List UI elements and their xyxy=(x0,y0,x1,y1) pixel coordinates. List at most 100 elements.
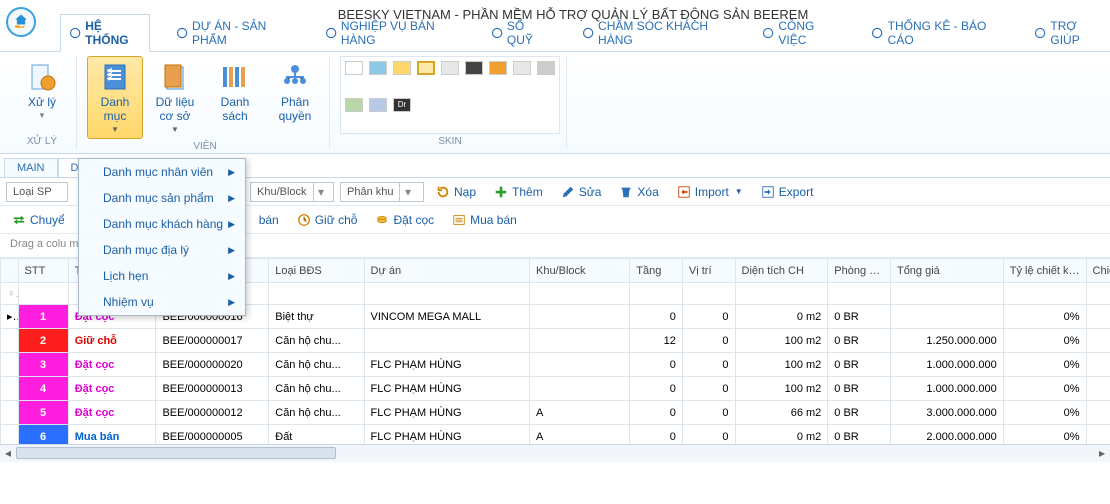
add-button[interactable]: Thêm xyxy=(488,183,549,201)
cell-tlck: 0% xyxy=(1003,377,1086,401)
col-header[interactable]: Chiết khấu xyxy=(1086,259,1110,283)
user-icon xyxy=(325,26,337,40)
cell-vitri: 0 xyxy=(682,329,735,353)
combo-label: Khu/Block xyxy=(251,186,313,198)
col-header[interactable]: Dự án xyxy=(364,259,529,283)
col-header[interactable]: Diện tích CH xyxy=(735,259,828,283)
ribbon-tab-3[interactable]: SỔ QUỸ xyxy=(483,15,556,51)
table-row[interactable]: 6Mua bánBEE/000000005ĐấtFLC PHẠM HÙNGA00… xyxy=(1,425,1110,445)
chevron-down-icon: ▾ xyxy=(399,183,415,201)
filter-khu-block[interactable]: Khu/Block▾ xyxy=(250,182,334,202)
ribbon-icon-2 xyxy=(219,61,251,93)
filter-loai-sp[interactable]: Loại SP xyxy=(6,182,68,202)
scroll-thumb[interactable] xyxy=(16,447,336,459)
cell-duan: FLC PHẠM HÙNG xyxy=(364,401,529,425)
cell-khublock xyxy=(529,353,629,377)
table-row[interactable]: 4Đặt cọcBEE/000000013Căn hộ chu...FLC PH… xyxy=(1,377,1110,401)
col-header[interactable]: Phòng ngủ xyxy=(828,259,891,283)
table-row[interactable]: 5Đặt cọcBEE/000000012Căn hộ chu...FLC PH… xyxy=(1,401,1110,425)
row-indicator: ▸ xyxy=(1,305,19,329)
ribbon-tab-7[interactable]: TRỢ GIÚP xyxy=(1026,15,1110,51)
row-indicator xyxy=(1,329,19,353)
reload-button[interactable]: Nạp xyxy=(430,183,482,201)
dollar-icon xyxy=(491,26,503,40)
ribbon-btn-1[interactable]: Dữ liệu cơ sở▼ xyxy=(147,56,203,139)
cell-vitri: 0 xyxy=(682,425,735,445)
menu-item-5[interactable]: Nhiệm vụ▶ xyxy=(79,289,245,315)
menu-item-1[interactable]: Danh mục sản phẩm▶ xyxy=(79,185,245,211)
edit-button[interactable]: Sửa xyxy=(555,183,608,201)
scroll-left-icon[interactable]: ◂ xyxy=(0,445,16,461)
menu-item-4[interactable]: Lịch hẹn▶ xyxy=(79,263,245,289)
cell-khublock: A xyxy=(529,401,629,425)
col-header[interactable]: Tỷ lệ chiết khấu xyxy=(1003,259,1086,283)
doc-tab-main[interactable]: MAIN xyxy=(4,158,58,177)
cell-status: Mua bán xyxy=(68,425,156,445)
col-header[interactable]: Khu/Block xyxy=(529,259,629,283)
clock-icon xyxy=(297,213,311,227)
app-logo xyxy=(6,7,36,37)
transfer-icon xyxy=(12,213,26,227)
chuyen-button[interactable]: Chuyể xyxy=(6,211,71,229)
cell-loai: Căn hộ chu... xyxy=(269,329,364,353)
cell-phongngu: 0 BR xyxy=(828,425,891,445)
cell-ma: BEE/000000017 xyxy=(156,329,269,353)
ribbon-btn-2[interactable]: Danh sách xyxy=(207,56,263,139)
cell-loai: Căn hộ chu... xyxy=(269,401,364,425)
cell-phongngu: 0 BR xyxy=(828,377,891,401)
cell-ma: BEE/000000020 xyxy=(156,353,269,377)
xuly-button[interactable]: Xử lý ▼ xyxy=(14,56,70,134)
cell-ma: BEE/000000012 xyxy=(156,401,269,425)
delete-button[interactable]: Xóa xyxy=(613,183,664,201)
muaban-button[interactable]: Mua bán xyxy=(446,211,523,229)
chevron-down-icon: ▾ xyxy=(313,183,329,201)
export-button[interactable]: Export xyxy=(755,183,820,201)
cell-dientich: 100 m2 xyxy=(735,377,828,401)
col-header[interactable]: Tầng xyxy=(630,259,683,283)
ribbon-btn-0[interactable]: Danh mục▼ xyxy=(87,56,143,139)
danhmuc-dropdown: Danh mục nhân viên▶Danh mục sản phẩm▶Dan… xyxy=(78,158,246,316)
cell-khublock: A xyxy=(529,425,629,445)
cell-tonggia: 1.000.000.000 xyxy=(890,353,1003,377)
house-hand-icon xyxy=(11,12,31,32)
col-header[interactable]: Vị trí xyxy=(682,259,735,283)
skin-gallery[interactable]: Dr xyxy=(340,56,560,134)
horizontal-scrollbar[interactable]: ◂ ▸ xyxy=(0,444,1110,462)
ribbon-group-label: VIÊN xyxy=(193,139,216,154)
table-row[interactable]: 2Giữ chỗBEE/000000017Căn hộ chu...120100… xyxy=(1,329,1110,353)
filter-phan-khu[interactable]: Phân khu▾ xyxy=(340,182,424,202)
ribbon-tab-6[interactable]: THỐNG KÊ - BÁO CÁO xyxy=(863,15,1008,51)
ribbon-tab-1[interactable]: DỰ ÁN - SẢN PHẨM xyxy=(168,15,299,51)
cell-phongngu: 0 BR xyxy=(828,353,891,377)
ribbon-tab-4[interactable]: CHĂM SÓC KHÁCH HÀNG xyxy=(574,15,736,51)
cell-loai: Căn hộ chu... xyxy=(269,377,364,401)
cell-tlck: 0% xyxy=(1003,425,1086,445)
col-header[interactable] xyxy=(1,259,19,283)
table-row[interactable]: 3Đặt cọcBEE/000000020Căn hộ chu...FLC PH… xyxy=(1,353,1110,377)
chevron-right-icon: ▶ xyxy=(228,245,235,256)
heart-icon xyxy=(582,26,594,40)
menu-item-3[interactable]: Danh mục địa lý▶ xyxy=(79,237,245,263)
col-header[interactable]: Loại BĐS xyxy=(269,259,364,283)
cell-ma: BEE/000000013 xyxy=(156,377,269,401)
ban-button[interactable]: bán xyxy=(253,211,285,229)
cell-khublock xyxy=(529,329,629,353)
ribbon-tab-2[interactable]: NGHIỆP VỤ BÁN HÀNG xyxy=(317,15,465,51)
datcoc-button[interactable]: Đặt cọc xyxy=(369,211,440,229)
import-button[interactable]: Import▼ xyxy=(671,183,749,201)
cell-tonggia: 1.250.000.000 xyxy=(890,329,1003,353)
ribbon-tab-5[interactable]: CÔNG VIỆC xyxy=(754,15,845,51)
ribbon-tab-0[interactable]: HỆ THỐNG xyxy=(60,14,150,52)
cell-dientich: 0 m2 xyxy=(735,425,828,445)
col-header[interactable]: Tổng giá xyxy=(890,259,1003,283)
menu-item-2[interactable]: Danh mục khách hàng▶ xyxy=(79,211,245,237)
giucho-button[interactable]: Giữ chỗ xyxy=(291,211,364,229)
ribbon-btn-3[interactable]: Phân quyền xyxy=(267,56,323,139)
help-icon xyxy=(1034,26,1046,40)
scroll-right-icon[interactable]: ▸ xyxy=(1094,445,1110,461)
chevron-right-icon: ▶ xyxy=(228,297,235,308)
cell-dientich: 100 m2 xyxy=(735,353,828,377)
menu-item-0[interactable]: Danh mục nhân viên▶ xyxy=(79,159,245,185)
cell-vitri: 0 xyxy=(682,377,735,401)
col-header[interactable]: STT xyxy=(18,259,68,283)
